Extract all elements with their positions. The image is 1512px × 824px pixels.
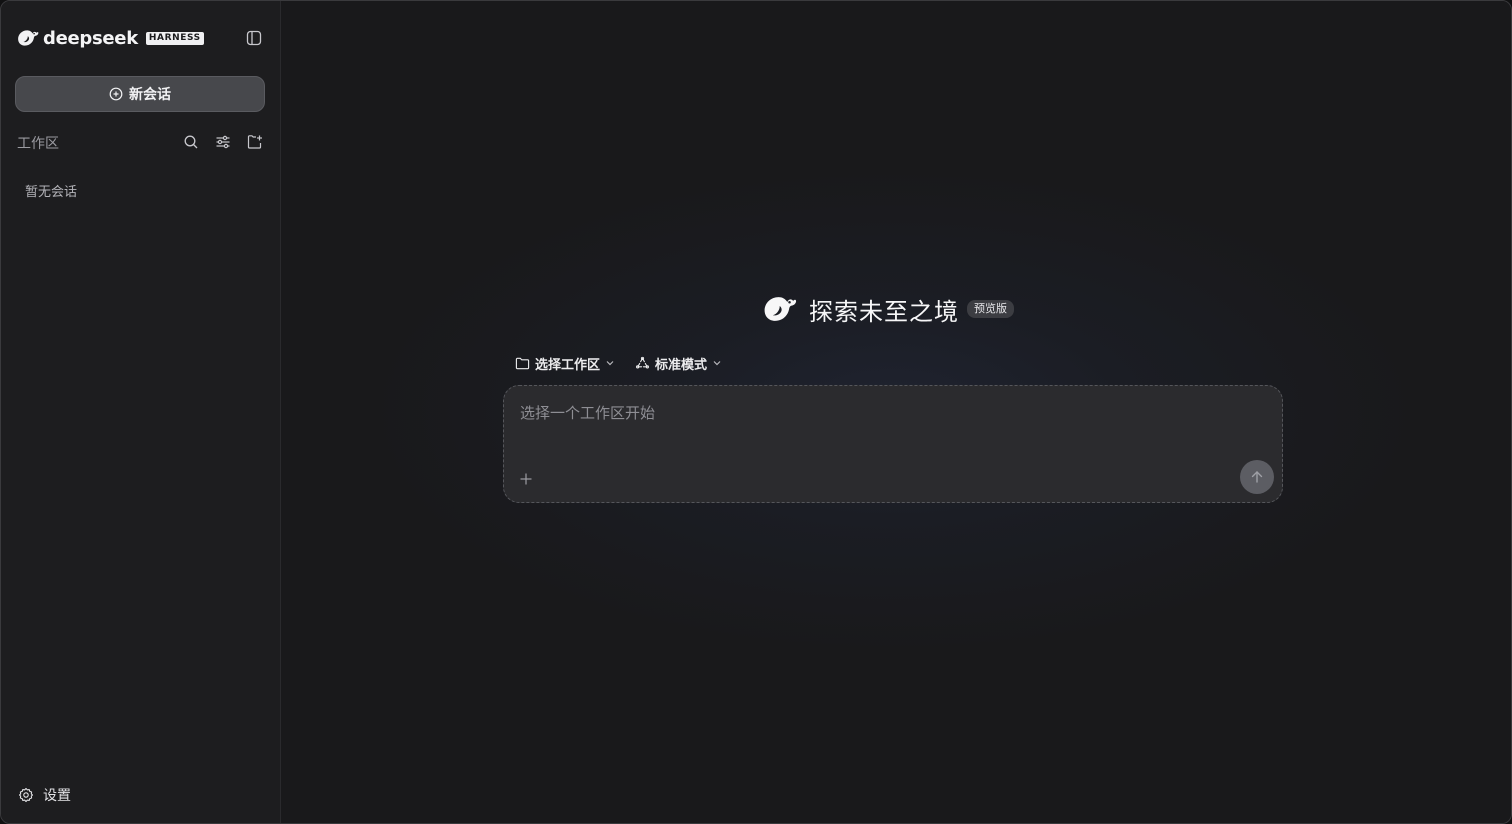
- message-composer[interactable]: 选择一个工作区开始: [503, 385, 1283, 503]
- folder-icon: [515, 357, 530, 369]
- deepseek-whale-icon: [18, 30, 39, 46]
- plus-icon: [520, 473, 532, 485]
- brand-logo: deepseek HARNESS: [17, 27, 204, 49]
- brand-wordmark: deepseek: [43, 27, 138, 49]
- workspace-select[interactable]: 选择工作区: [515, 354, 615, 373]
- workspace-select-label: 选择工作区: [535, 357, 601, 373]
- hero-header: 探索未至之境 预览版: [763, 291, 1014, 327]
- mode-select-label: 标准模式: [655, 357, 708, 373]
- hero-title: 探索未至之境: [809, 297, 959, 326]
- new-chat-label: 新会话: [129, 87, 171, 103]
- settings-label: 设置: [43, 788, 71, 804]
- mode-select[interactable]: 标准模式: [635, 354, 722, 373]
- composer-options: 选择工作区 标准模式: [515, 353, 742, 373]
- empty-sessions-text: 暂无会话: [25, 185, 78, 200]
- chevron-down-icon: [713, 361, 721, 366]
- workspace-label: 工作区: [17, 136, 59, 152]
- mode-icon: [636, 356, 649, 368]
- send-button[interactable]: [1240, 460, 1274, 494]
- sidebar-toggle-icon[interactable]: [246, 30, 262, 46]
- deepseek-whale-icon: [764, 297, 797, 321]
- preview-badge: 预览版: [967, 300, 1014, 318]
- filter-icon[interactable]: [215, 134, 231, 150]
- search-icon[interactable]: [183, 134, 199, 150]
- main-area: 探索未至之境 预览版 选择工作区 标准模式 选择一个工作区开始: [281, 1, 1511, 823]
- settings-button[interactable]: 设置: [18, 785, 71, 805]
- plus-circle-icon: [109, 87, 123, 101]
- composer-placeholder: 选择一个工作区开始: [520, 404, 656, 422]
- brand-tag: HARNESS: [145, 31, 204, 45]
- new-chat-button[interactable]: 新会话: [15, 76, 265, 112]
- app-window: deepseek HARNESS 新会话 工作区 暂无会话 设置 探索未至之境 …: [0, 0, 1512, 824]
- attach-button[interactable]: [515, 468, 537, 490]
- send-arrow-icon: [1251, 471, 1263, 483]
- chevron-down-icon: [606, 361, 614, 366]
- workspace-header: 工作区: [17, 132, 265, 152]
- new-folder-icon[interactable]: [247, 134, 263, 150]
- gear-icon: [18, 787, 34, 803]
- sidebar: deepseek HARNESS 新会话 工作区 暂无会话 设置: [1, 1, 281, 823]
